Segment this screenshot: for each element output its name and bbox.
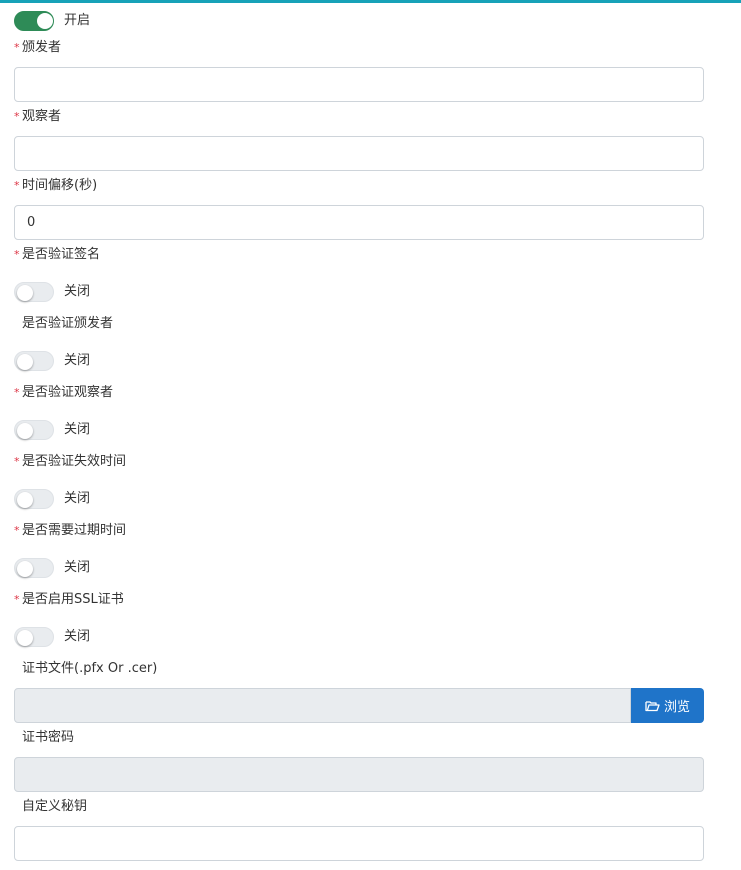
- enabled-switch-text: 开启: [64, 13, 91, 28]
- top-accent-bar: [0, 0, 741, 3]
- validate-signature-text: 关闭: [64, 284, 91, 299]
- require-expiration-track[interactable]: [14, 558, 54, 578]
- use-ssl-cert-track[interactable]: [14, 627, 54, 647]
- validate-audience-text: 关闭: [64, 422, 91, 437]
- cert-password-label: 证书密码: [22, 730, 75, 745]
- validate-issuer-text: 关闭: [64, 353, 91, 368]
- required-mark: *: [14, 593, 20, 606]
- use-ssl-cert-label: * 是否启用SSL证书: [14, 592, 124, 607]
- require-expiration-text: 关闭: [64, 560, 91, 575]
- audience-label: * 观察者: [14, 109, 62, 124]
- required-mark: *: [14, 110, 20, 123]
- required-mark: *: [14, 455, 20, 468]
- browse-button-label: 浏览: [663, 700, 690, 715]
- issuer-label: * 颁发者: [14, 40, 62, 55]
- folder-open-icon: [645, 700, 660, 711]
- switch-knob: [17, 354, 33, 370]
- switch-knob: [17, 285, 33, 301]
- clock-skew-label: * 时间偏移(秒): [14, 178, 98, 193]
- validate-lifetime-label: * 是否验证失效时间: [14, 454, 127, 469]
- cert-password-input[interactable]: [14, 757, 704, 792]
- validate-audience-label: * 是否验证观察者: [14, 385, 114, 400]
- validate-lifetime-track[interactable]: [14, 489, 54, 509]
- custom-secret-label: 自定义秘钥: [22, 799, 88, 814]
- validate-issuer-track[interactable]: [14, 351, 54, 371]
- switch-knob: [17, 561, 33, 577]
- browse-button[interactable]: 浏览: [631, 688, 704, 723]
- validate-audience-track[interactable]: [14, 420, 54, 440]
- use-ssl-cert-text: 关闭: [64, 629, 91, 644]
- required-mark: *: [14, 524, 20, 537]
- required-mark: *: [14, 248, 20, 261]
- switch-knob: [17, 630, 33, 646]
- issuer-input[interactable]: [14, 67, 704, 102]
- custom-secret-input[interactable]: [14, 826, 704, 861]
- cert-file-input[interactable]: [14, 688, 631, 723]
- enabled-switch-track[interactable]: [14, 11, 54, 31]
- validate-signature-track[interactable]: [14, 282, 54, 302]
- switch-knob: [37, 13, 53, 29]
- required-mark: *: [14, 41, 20, 54]
- validate-signature-label: * 是否验证签名: [14, 247, 101, 262]
- validate-lifetime-text: 关闭: [64, 491, 91, 506]
- required-mark: *: [14, 179, 20, 192]
- switch-knob: [17, 492, 33, 508]
- validate-issuer-label: 是否验证颁发者: [22, 316, 114, 331]
- audience-input[interactable]: [14, 136, 704, 171]
- required-mark: *: [14, 386, 20, 399]
- switch-knob: [17, 423, 33, 439]
- clock-skew-input[interactable]: [14, 205, 704, 240]
- require-expiration-label: * 是否需要过期时间: [14, 523, 127, 538]
- cert-file-label: 证书文件(.pfx Or .cer): [22, 661, 158, 676]
